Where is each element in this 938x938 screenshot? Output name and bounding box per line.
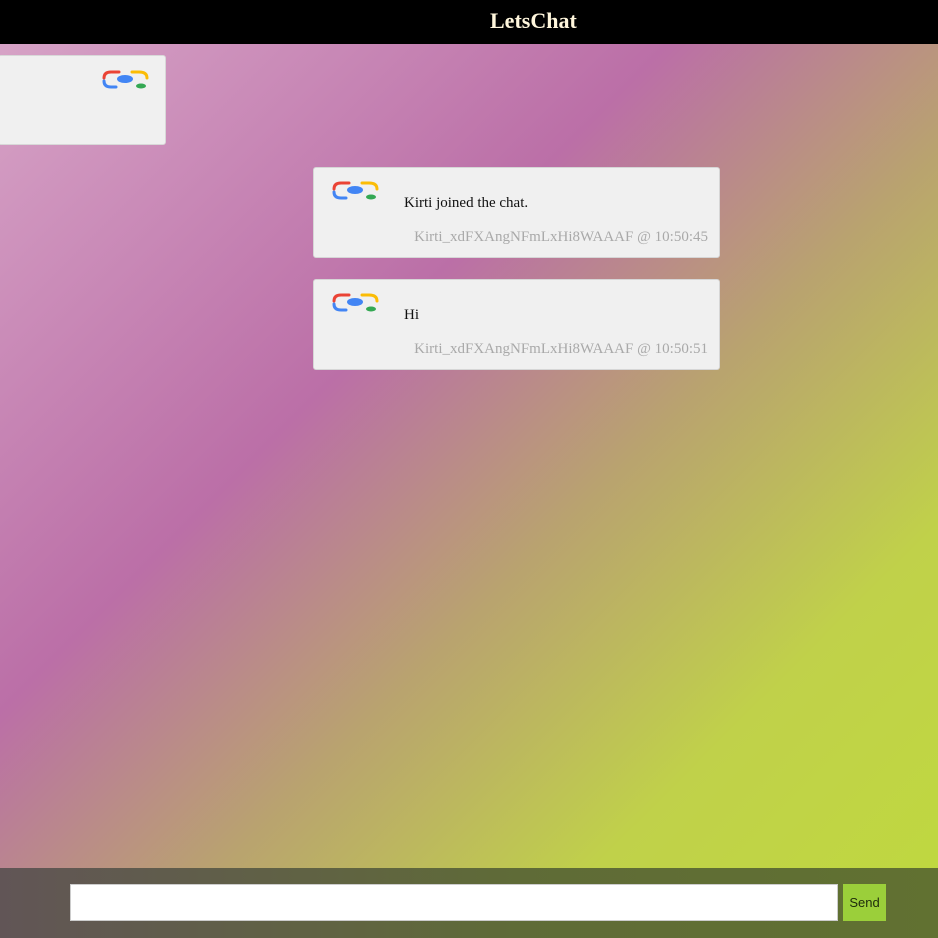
composer-bar: Send bbox=[0, 868, 938, 938]
send-button[interactable]: Send bbox=[843, 884, 886, 921]
message-text: Hi bbox=[404, 307, 419, 323]
chat-message: Kirti joined the chat. Kirti_xdFXAngNFmL… bbox=[313, 167, 720, 258]
google-lens-icon bbox=[332, 180, 380, 202]
google-lens-icon bbox=[102, 69, 150, 91]
app-title: LetsChat bbox=[490, 8, 577, 33]
side-panel bbox=[0, 55, 166, 145]
message-meta: Kirti_xdFXAngNFmLxHi8WAAAF @ 10:50:45 bbox=[414, 229, 708, 245]
chat-message: Hi Kirti_xdFXAngNFmLxHi8WAAAF @ 10:50:51 bbox=[313, 279, 720, 370]
top-bar: LetsChat bbox=[0, 0, 938, 44]
message-meta: Kirti_xdFXAngNFmLxHi8WAAAF @ 10:50:51 bbox=[414, 341, 708, 357]
message-text: Kirti joined the chat. bbox=[404, 195, 529, 211]
message-input[interactable] bbox=[70, 884, 838, 921]
google-lens-icon bbox=[332, 292, 380, 314]
